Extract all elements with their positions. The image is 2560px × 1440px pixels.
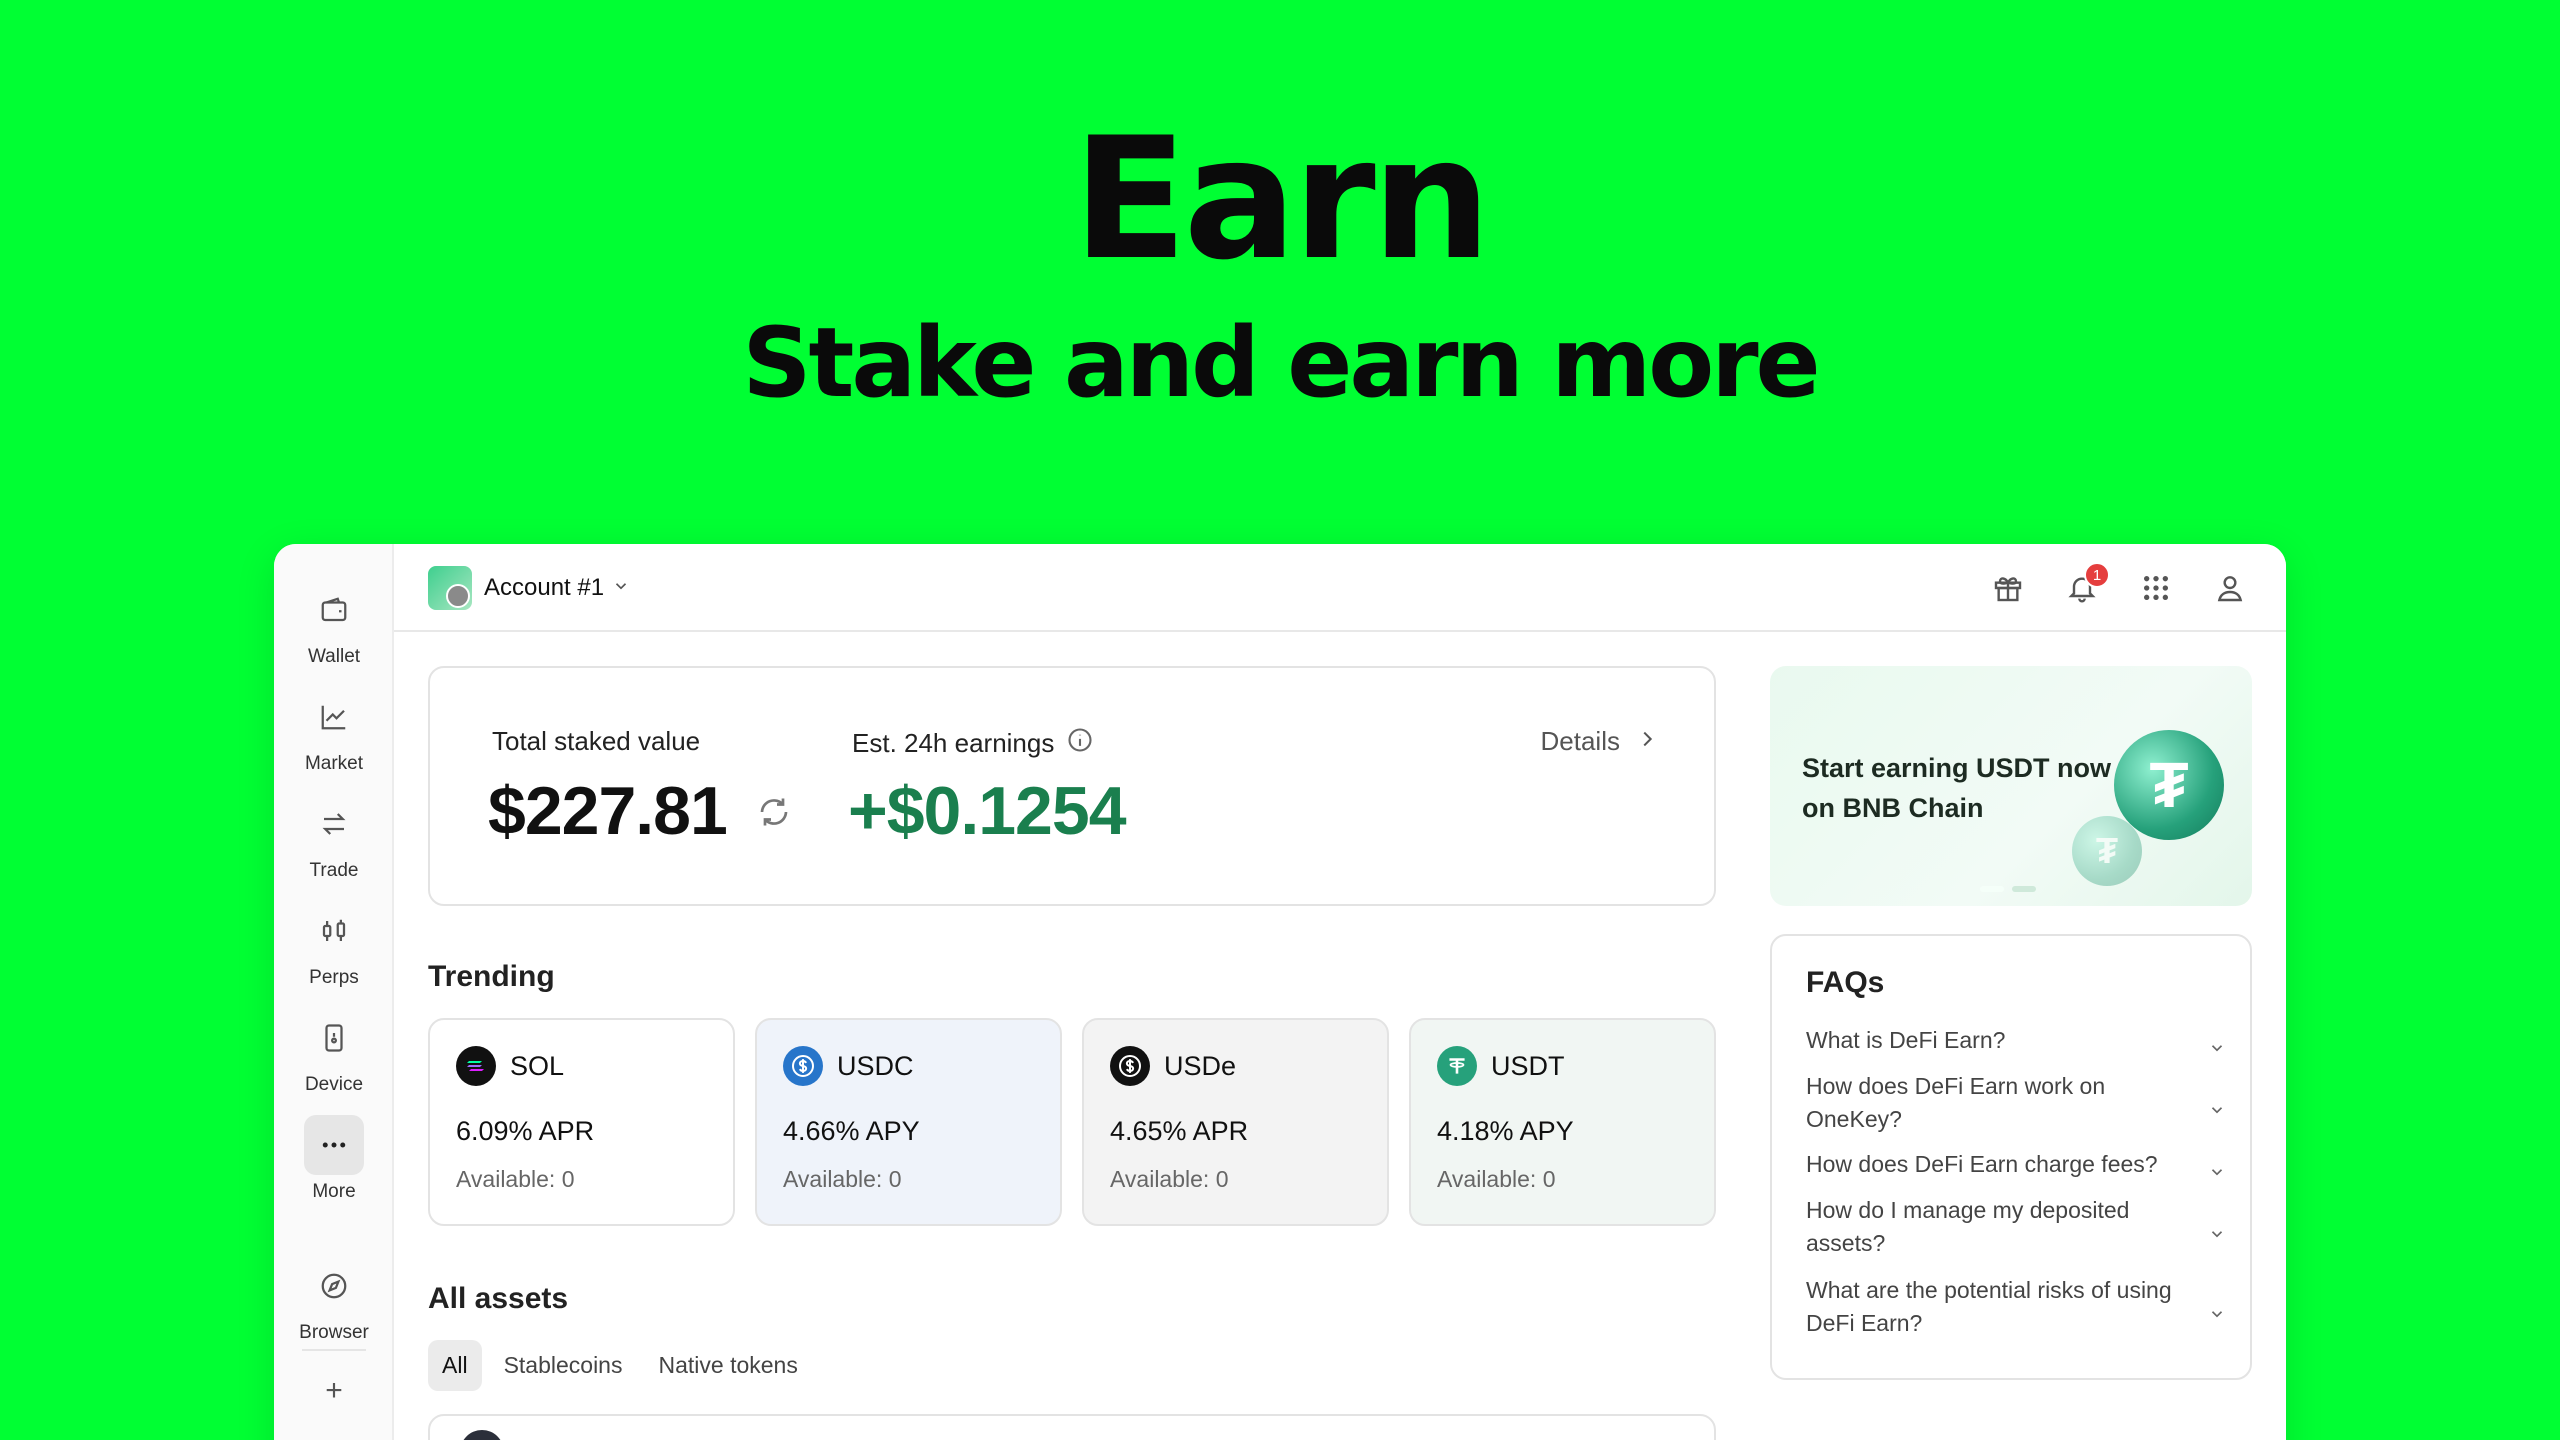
- user-icon[interactable]: [2208, 566, 2252, 610]
- tab-all[interactable]: All: [428, 1340, 482, 1391]
- sidebar-item-label: Perps: [309, 967, 359, 988]
- faq-item[interactable]: What is DeFi Earn?: [1806, 1024, 2226, 1057]
- token-rate: 4.18% APY: [1437, 1116, 1574, 1146]
- app-window: Wallet Market Trade Perps Device More Br…: [274, 544, 2286, 1440]
- token-name: SOL: [510, 1050, 565, 1081]
- usdt-coin-blur-icon: ₮: [2072, 816, 2142, 886]
- carousel-dots: [1980, 886, 2036, 892]
- add-icon[interactable]: +: [274, 1374, 394, 1408]
- tab-native-tokens[interactable]: Native tokens: [644, 1340, 811, 1391]
- token-name: USDC: [837, 1050, 914, 1081]
- est-earnings-label: Est. 24h earnings: [852, 728, 1055, 758]
- token-name: USDe: [1164, 1050, 1237, 1081]
- chevron-right-icon: [1636, 726, 1658, 757]
- notification-badge: 1: [2084, 562, 2110, 588]
- token-name: USDT: [1491, 1050, 1565, 1081]
- total-staked-label: Total staked value: [492, 726, 701, 756]
- details-label: Details: [1540, 726, 1620, 756]
- refresh-icon[interactable]: [756, 794, 792, 835]
- account-selector[interactable]: Account #1: [428, 566, 630, 610]
- sol-logo-icon: [456, 1046, 496, 1086]
- more-icon: [304, 1115, 364, 1175]
- sidebar-item-device[interactable]: Device: [274, 1008, 394, 1096]
- faq-question: How do I manage my deposited assets?: [1806, 1197, 2130, 1256]
- account-name: Account #1: [484, 574, 605, 601]
- token-logo-icon: [460, 1430, 504, 1440]
- sidebar-item-market[interactable]: Market: [274, 687, 394, 775]
- promo-text: Start earning USDT now on BNB Chain: [1802, 753, 2112, 823]
- details-link[interactable]: Details: [1541, 726, 1658, 757]
- promo-banner[interactable]: Start earning USDT now on BNB Chain ₮ ₮: [1770, 666, 2252, 906]
- sidebar-divider: [302, 1349, 366, 1351]
- token-rate: 4.65% APR: [1110, 1116, 1249, 1146]
- faq-title: FAQs: [1806, 966, 1885, 999]
- token-available: Available: 0: [456, 1166, 575, 1192]
- usdt-logo-icon: [1437, 1046, 1477, 1086]
- token-available: Available: 0: [783, 1166, 902, 1192]
- usdt-coin-icon: ₮: [2114, 730, 2224, 840]
- faq-item[interactable]: How does DeFi Earn work on OneKey?: [1806, 1070, 2226, 1136]
- info-icon[interactable]: [1066, 726, 1094, 761]
- chevron-down-icon: [612, 577, 630, 600]
- bell-icon[interactable]: 1: [2060, 562, 2110, 610]
- faq-question: What is DeFi Earn?: [1806, 1027, 2006, 1053]
- usde-logo-icon: [1110, 1046, 1150, 1086]
- avatar: [428, 566, 472, 610]
- trending-card-usdc[interactable]: USDC 4.66% APY Available: 0: [755, 1018, 1062, 1226]
- sidebar-item-label: Market: [304, 753, 364, 774]
- compass-icon: [304, 1256, 364, 1316]
- gift-icon[interactable]: [1986, 566, 2030, 610]
- candles-icon: [304, 901, 364, 961]
- sidebar-item-perps[interactable]: Perps: [274, 901, 394, 989]
- chevron-down-icon: [2208, 1157, 2226, 1190]
- apps-grid-icon[interactable]: [2134, 566, 2178, 610]
- trending-card-sol[interactable]: SOL 6.09% APR Available: 0: [428, 1018, 735, 1226]
- sidebar-item-label: More: [312, 1181, 356, 1202]
- faq-question: What are the potential risks of using De…: [1806, 1277, 2172, 1336]
- faq-item[interactable]: How do I manage my deposited assets?: [1806, 1194, 2226, 1260]
- sidebar-item-label: Wallet: [307, 646, 361, 667]
- all-assets-title: All assets: [428, 1282, 569, 1315]
- asset-filter-tabs: All Stablecoins Native tokens: [428, 1340, 812, 1391]
- token-available: Available: 0: [1437, 1166, 1556, 1192]
- faq-question: How does DeFi Earn work on OneKey?: [1806, 1073, 2106, 1132]
- hero-title: Earn: [1072, 101, 1492, 297]
- sidebar-item-label: Browser: [299, 1322, 369, 1343]
- est-earnings-value: +$0.1254: [848, 773, 1127, 849]
- chevron-down-icon: [2208, 1299, 2226, 1332]
- top-bar: Account #1 1: [394, 544, 2286, 632]
- est-earnings-label-row: Est. 24h earnings: [852, 726, 1094, 761]
- sidebar-item-browser[interactable]: Browser: [274, 1256, 394, 1344]
- faq-item[interactable]: What are the potential risks of using De…: [1806, 1274, 2226, 1340]
- faq-item[interactable]: How does DeFi Earn charge fees?: [1806, 1148, 2226, 1181]
- chart-icon: [304, 687, 364, 747]
- wallet-icon: [304, 580, 364, 640]
- sidebar-item-more[interactable]: More: [274, 1115, 394, 1203]
- asset-list-row[interactable]: [428, 1414, 1716, 1440]
- trending-card-usdt[interactable]: USDT 4.18% APY Available: 0: [1409, 1018, 1716, 1226]
- usdc-logo-icon: [783, 1046, 823, 1086]
- token-rate: 6.09% APR: [456, 1116, 595, 1146]
- sidebar-item-label: Device: [304, 1074, 364, 1095]
- hero-subtitle: Stake and earn more: [742, 307, 1820, 419]
- swap-icon: [304, 794, 364, 854]
- trending-card-usde[interactable]: USDe 4.65% APR Available: 0: [1082, 1018, 1389, 1226]
- tab-stablecoins[interactable]: Stablecoins: [490, 1340, 637, 1391]
- sidebar-item-wallet[interactable]: Wallet: [274, 580, 394, 668]
- chevron-down-icon: [2208, 1095, 2226, 1128]
- token-available: Available: 0: [1110, 1166, 1229, 1192]
- device-icon: [304, 1008, 364, 1068]
- faq-question: How does DeFi Earn charge fees?: [1806, 1151, 2158, 1177]
- chevron-down-icon: [2208, 1033, 2226, 1066]
- token-rate: 4.66% APY: [783, 1116, 920, 1146]
- chevron-down-icon: [2208, 1219, 2226, 1252]
- faq-card: FAQs What is DeFi Earn? How does DeFi Ea…: [1770, 934, 2252, 1380]
- total-staked-value: $227.81: [488, 773, 728, 849]
- sidebar: Wallet Market Trade Perps Device More Br…: [274, 544, 394, 1440]
- sidebar-item-label: Trade: [309, 860, 359, 881]
- trending-title: Trending: [428, 960, 555, 993]
- sidebar-item-trade[interactable]: Trade: [274, 794, 394, 882]
- staked-summary-card: Total staked value $227.81 Est. 24h earn…: [428, 666, 1716, 906]
